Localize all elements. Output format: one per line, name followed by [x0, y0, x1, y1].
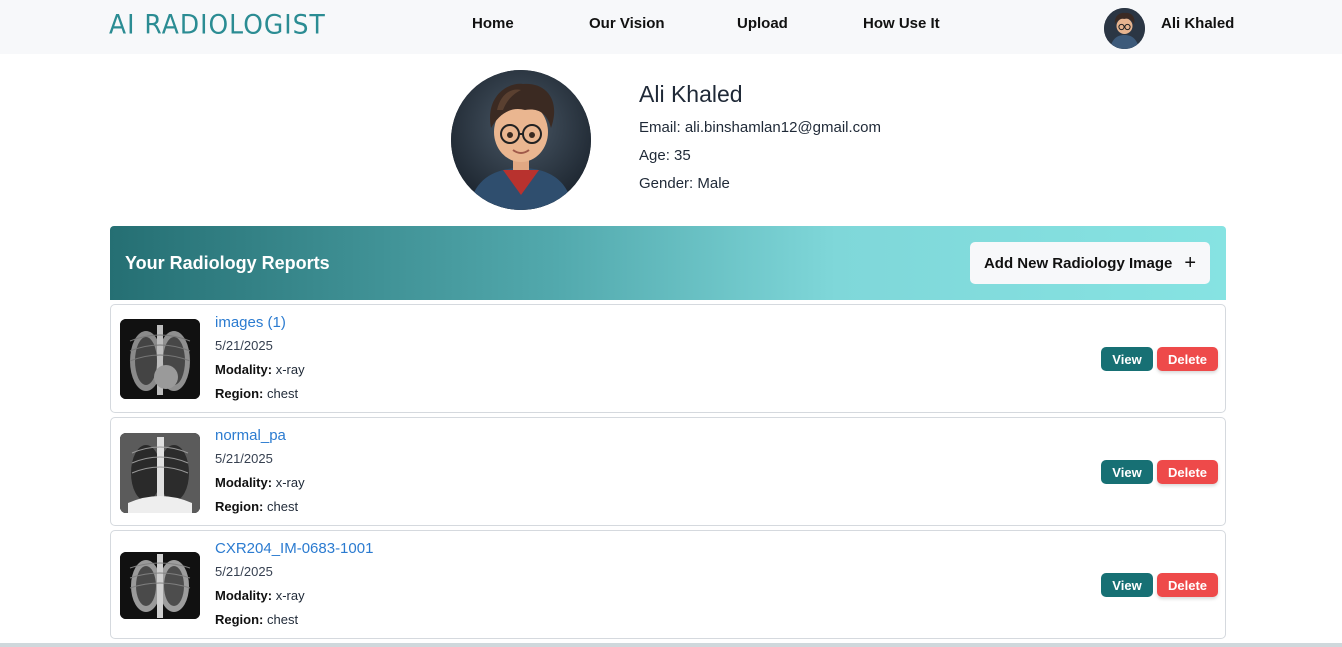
page-bottom-divider [0, 643, 1342, 647]
report-title-link[interactable]: images (1) [215, 314, 286, 331]
report-region: Region: chest [215, 612, 298, 627]
report-modality: Modality: x-ray [215, 588, 305, 603]
report-card: CXR204_IM-0683-1001 5/21/2025 Modality: … [110, 530, 1226, 639]
xray-thumbnail[interactable] [120, 552, 200, 619]
add-radiology-image-button[interactable]: Add New Radiology Image + [970, 242, 1210, 284]
modality-value: x-ray [275, 475, 305, 490]
modality-label: Modality: [215, 362, 273, 377]
logo[interactable]: AI RADIOLOGIST [109, 9, 326, 39]
region-label: Region: [215, 499, 264, 514]
plus-icon: + [1184, 252, 1197, 274]
delete-button[interactable]: Delete [1157, 347, 1218, 371]
nav-how-use-it[interactable]: How Use It [863, 15, 940, 32]
report-date: 5/21/2025 [215, 338, 273, 353]
user-avatar[interactable] [1104, 8, 1145, 49]
report-title-link[interactable]: normal_pa [215, 427, 286, 444]
nav-user-name[interactable]: Ali Khaled [1161, 15, 1234, 32]
profile-email: Email: ali.binshamlan12@gmail.com [639, 119, 881, 136]
add-button-label: Add New Radiology Image [983, 254, 1173, 272]
modality-label: Modality: [215, 475, 273, 490]
profile-name: Ali Khaled [639, 81, 743, 107]
report-region: Region: chest [215, 499, 298, 514]
region-value: chest [267, 386, 299, 401]
report-region: Region: chest [215, 386, 298, 401]
report-modality: Modality: x-ray [215, 475, 305, 490]
view-button[interactable]: View [1101, 460, 1153, 484]
report-card: normal_pa 5/21/2025 Modality: x-ray Regi… [110, 417, 1226, 526]
region-value: chest [267, 499, 299, 514]
nav-upload[interactable]: Upload [737, 15, 788, 32]
report-date: 5/21/2025 [215, 451, 273, 466]
reports-header: Your Radiology Reports Add New Radiology… [110, 226, 1226, 300]
region-value: chest [267, 612, 299, 627]
profile-gender: Gender: Male [639, 175, 730, 192]
nav-our-vision[interactable]: Our Vision [589, 15, 665, 32]
navbar: AI RADIOLOGIST Home Our Vision Upload Ho… [0, 0, 1342, 54]
reports-title: Your Radiology Reports [125, 253, 330, 273]
delete-button[interactable]: Delete [1157, 460, 1218, 484]
nav-home[interactable]: Home [472, 15, 514, 32]
report-card: images (1) 5/21/2025 Modality: x-ray Reg… [110, 304, 1226, 413]
modality-value: x-ray [275, 588, 305, 603]
view-button[interactable]: View [1101, 573, 1153, 597]
region-label: Region: [215, 386, 264, 401]
region-label: Region: [215, 612, 264, 627]
delete-button[interactable]: Delete [1157, 573, 1218, 597]
xray-thumbnail[interactable] [120, 319, 200, 399]
report-date: 5/21/2025 [215, 564, 273, 579]
xray-thumbnail[interactable] [120, 433, 200, 513]
profile-age: Age: 35 [639, 147, 691, 164]
modality-value: x-ray [275, 362, 305, 377]
report-modality: Modality: x-ray [215, 362, 305, 377]
view-button[interactable]: View [1101, 347, 1153, 371]
modality-label: Modality: [215, 588, 273, 603]
report-title-link[interactable]: CXR204_IM-0683-1001 [215, 540, 373, 557]
profile-avatar [451, 70, 591, 210]
